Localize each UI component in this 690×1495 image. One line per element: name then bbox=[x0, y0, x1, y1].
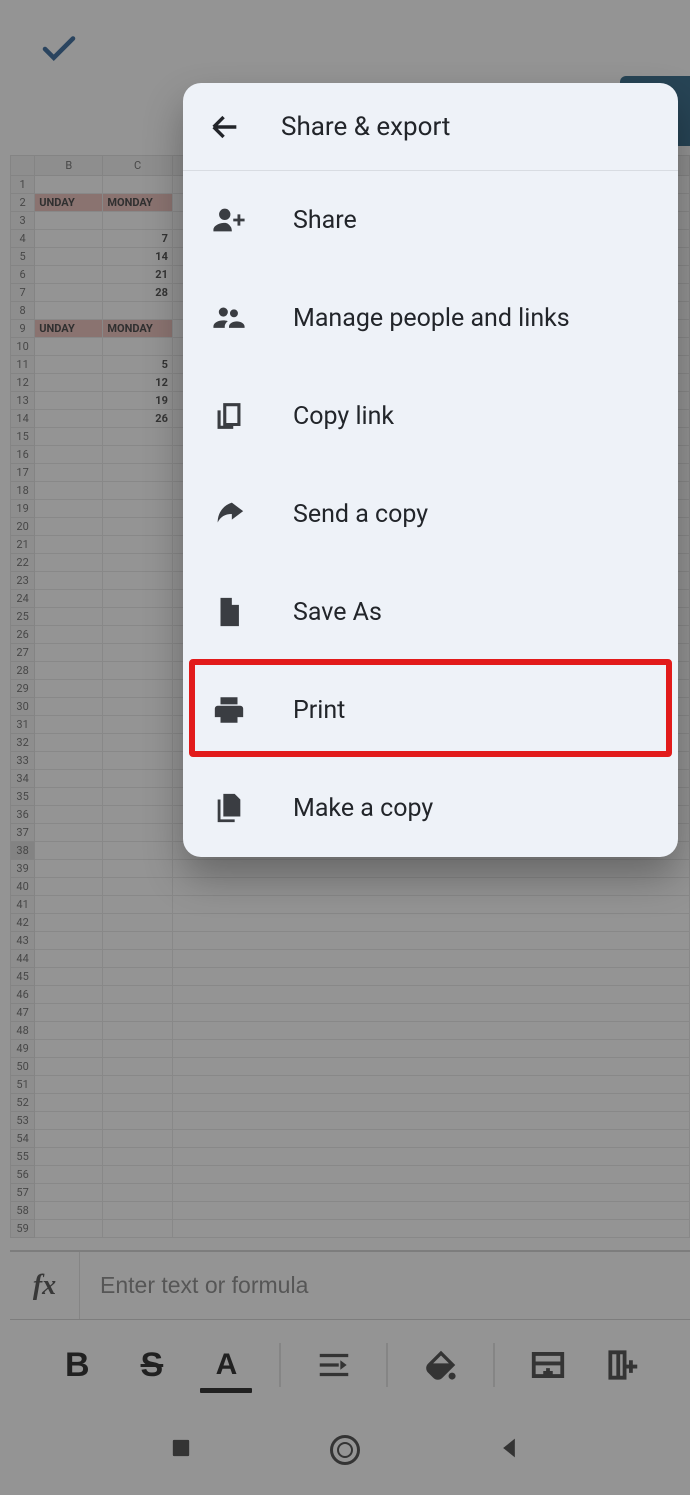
menu-item-label: Print bbox=[293, 696, 345, 725]
menu-item-label: Copy link bbox=[293, 402, 394, 431]
menu-item-print[interactable]: Print bbox=[183, 661, 678, 759]
menu-header: Share & export bbox=[183, 83, 678, 171]
print-icon bbox=[211, 692, 247, 728]
people-icon bbox=[211, 300, 247, 336]
menu-item-label: Manage people and links bbox=[293, 304, 570, 333]
menu-item-label: Save As bbox=[293, 598, 382, 627]
arrow-share-icon bbox=[211, 496, 247, 532]
file-icon bbox=[211, 594, 247, 630]
menu-item-share[interactable]: Share bbox=[183, 171, 678, 269]
menu-back-button[interactable] bbox=[207, 109, 243, 145]
menu-item-copylink[interactable]: Copy link bbox=[183, 367, 678, 465]
person-add-icon bbox=[211, 202, 247, 238]
file-copy-icon bbox=[211, 790, 247, 826]
menu-item-label: Send a copy bbox=[293, 500, 428, 529]
menu-item-label: Make a copy bbox=[293, 794, 433, 823]
menu-item-saveas[interactable]: Save As bbox=[183, 563, 678, 661]
menu-item-label: Share bbox=[293, 206, 357, 235]
menu-item-makecopy[interactable]: Make a copy bbox=[183, 759, 678, 857]
menu-item-sendcopy[interactable]: Send a copy bbox=[183, 465, 678, 563]
share-export-menu: Share & export Share Manage people and li… bbox=[183, 83, 678, 857]
menu-item-manage[interactable]: Manage people and links bbox=[183, 269, 678, 367]
copy-link-icon bbox=[211, 398, 247, 434]
menu-title: Share & export bbox=[281, 112, 450, 142]
